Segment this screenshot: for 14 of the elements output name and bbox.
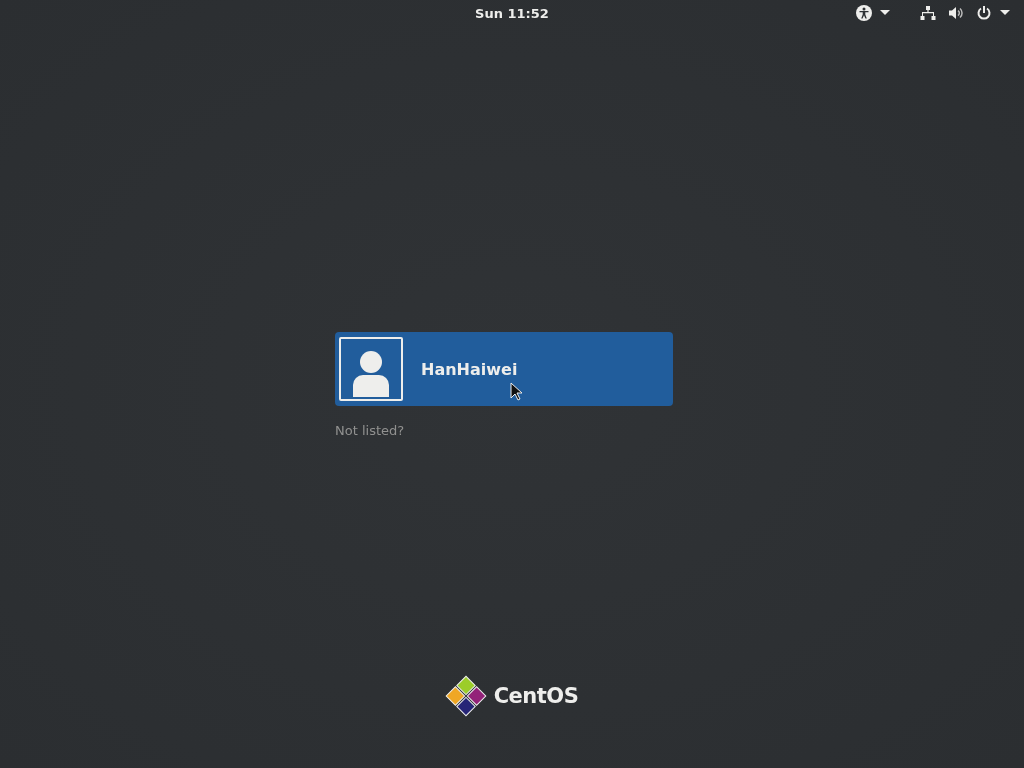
user-avatar-icon — [339, 337, 403, 401]
logo-text: CentOS — [493, 684, 579, 708]
mouse-cursor-icon — [510, 382, 523, 402]
network-icon[interactable] — [920, 5, 936, 21]
logo-icon — [443, 674, 488, 718]
user-name: HanHaiwei — [421, 359, 518, 379]
clock[interactable]: Sun 11:52 — [475, 5, 549, 21]
user-list-item[interactable]: HanHaiwei — [335, 332, 673, 406]
power-icon[interactable] — [976, 5, 992, 21]
speaker-icon[interactable] — [948, 5, 964, 21]
accessibility-icon[interactable] — [856, 5, 872, 21]
not-listed-link[interactable]: Not listed? — [335, 423, 405, 438]
dropdown-caret-icon — [1000, 10, 1010, 16]
dropdown-caret-icon — [880, 10, 890, 16]
